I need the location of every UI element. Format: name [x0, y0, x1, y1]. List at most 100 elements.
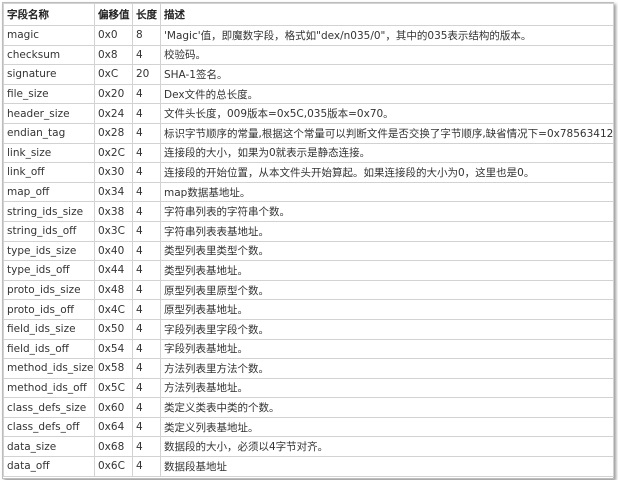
- table-row: magic 0x0 8 'Magic'值，即魔数字段，格式如"dex/n035/0"，…: [3, 25, 614, 46]
- cell-field-name: data_size: [3, 436, 95, 458]
- cell-length: 4: [132, 220, 161, 242]
- table-row: header_size 0x24 4 文件头长度，009版本=0x5C,035版本=0…: [3, 103, 614, 124]
- table-row: endian_tag 0x28 4 标识字节顺序的常量,根据这个常量可以判断文件是否交…: [3, 122, 614, 144]
- cell-description: 类定义列表基地址。: [160, 416, 614, 438]
- cell-length: 4: [132, 416, 161, 438]
- table-row: method_ids_size 0x58 4 方法列表里方法个数。: [3, 358, 614, 379]
- cell-field-name: map_off: [3, 181, 95, 203]
- cell-length: 4: [132, 456, 161, 477]
- cell-description: 字段列表基地址。: [160, 338, 614, 360]
- table-row: method_ids_off 0x5C 4 方法列表基地址。: [3, 377, 614, 399]
- cell-length: 4: [132, 83, 161, 105]
- cell-length: 4: [132, 436, 161, 458]
- cell-offset: 0x5C: [94, 377, 133, 399]
- cell-description: 类定义类表中类的个数。: [160, 397, 614, 418]
- cell-length: 4: [132, 142, 161, 164]
- cell-description: map数据基地址。: [160, 181, 614, 203]
- cell-offset: 0x24: [94, 103, 133, 124]
- cell-offset: 0x3C: [94, 220, 133, 242]
- header-description: 描述: [160, 3, 614, 26]
- table-row: proto_ids_size 0x48 4 原型列表里原型个数。: [3, 279, 614, 301]
- cell-length: 4: [132, 358, 161, 379]
- table-row: class_defs_off 0x64 4 类定义列表基地址。: [3, 416, 614, 438]
- table-row: string_ids_off 0x3C 4 字符串列表表基地址。: [3, 220, 614, 242]
- cell-field-name: type_ids_size: [3, 240, 95, 262]
- cell-offset: 0x68: [94, 436, 133, 458]
- cell-field-name: checksum: [3, 44, 95, 66]
- cell-field-name: class_defs_size: [3, 397, 95, 418]
- cell-offset: 0x2C: [94, 142, 133, 164]
- cell-length: 4: [132, 279, 161, 301]
- cell-description: 连接段的大小，如果为0就表示是静态连接。: [160, 142, 614, 164]
- table-row: string_ids_size 0x38 4 字符串列表的字符串个数。: [3, 201, 614, 222]
- cell-field-name: method_ids_off: [3, 377, 95, 399]
- cell-description: 方法列表基地址。: [160, 377, 614, 399]
- cell-offset: 0xC: [94, 64, 133, 85]
- cell-description: 数据段基地址: [160, 456, 614, 477]
- table-row: checksum 0x8 4 校验码。: [3, 44, 614, 66]
- table-row: map_off 0x34 4 map数据基地址。: [3, 181, 614, 203]
- table-row: data_off 0x6C 4 数据段基地址: [3, 456, 614, 477]
- header-field-name: 字段名称: [3, 3, 95, 26]
- cell-length: 4: [132, 318, 161, 340]
- table-row: class_defs_size 0x60 4 类定义类表中类的个数。: [3, 397, 614, 418]
- cell-length: 4: [132, 103, 161, 124]
- cell-description: 连接段的开始位置，从本文件头开始算起。如果连接段的大小为0，这里也是0。: [160, 162, 614, 183]
- cell-field-name: link_off: [3, 162, 95, 183]
- cell-field-name: proto_ids_off: [3, 299, 95, 320]
- cell-field-name: signature: [3, 64, 95, 85]
- cell-field-name: field_ids_size: [3, 318, 95, 340]
- cell-length: 4: [132, 181, 161, 203]
- table-header-row: 字段名称 偏移值 长度 描述: [3, 3, 614, 26]
- cell-length: 20: [132, 64, 161, 85]
- cell-field-name: field_ids_off: [3, 338, 95, 360]
- table-row: file_size 0x20 4 Dex文件的总长度。: [3, 83, 614, 105]
- cell-field-name: magic: [3, 25, 95, 46]
- cell-description: 字符串列表表基地址。: [160, 220, 614, 242]
- cell-offset: 0x4C: [94, 299, 133, 320]
- table-row: data_size 0x68 4 数据段的大小，必须以4字节对齐。: [3, 436, 614, 458]
- table-row: link_off 0x30 4 连接段的开始位置，从本文件头开始算起。如果连接段的大小…: [3, 162, 614, 183]
- cell-offset: 0x38: [94, 201, 133, 222]
- cell-offset: 0x64: [94, 416, 133, 438]
- cell-length: 4: [132, 44, 161, 66]
- table-row: field_ids_off 0x54 4 字段列表基地址。: [3, 338, 614, 360]
- table-row: signature 0xC 20 SHA-1签名。: [3, 64, 614, 85]
- table-row: field_ids_size 0x50 4 字段列表里字段个数。: [3, 318, 614, 340]
- cell-length: 4: [132, 377, 161, 399]
- header-offset: 偏移值: [94, 3, 133, 26]
- cell-length: 4: [132, 338, 161, 360]
- table-row: link_size 0x2C 4 连接段的大小，如果为0就表示是静态连接。: [3, 142, 614, 164]
- cell-offset: 0x28: [94, 122, 133, 144]
- table-body: magic 0x0 8 'Magic'值，即魔数字段，格式如"dex/n035/0"，…: [3, 25, 614, 477]
- cell-description: 原型列表基地址。: [160, 299, 614, 320]
- cell-length: 4: [132, 397, 161, 418]
- cell-field-name: endian_tag: [3, 122, 95, 144]
- header-length: 长度: [132, 3, 161, 26]
- cell-description: 字段列表里字段个数。: [160, 318, 614, 340]
- cell-description: 原型列表里原型个数。: [160, 279, 614, 301]
- cell-offset: 0x0: [94, 25, 133, 46]
- cell-length: 4: [132, 240, 161, 262]
- cell-description: 'Magic'值，即魔数字段，格式如"dex/n035/0"，其中的035表示结…: [160, 25, 614, 46]
- cell-offset: 0x54: [94, 338, 133, 360]
- cell-length: 4: [132, 122, 161, 144]
- cell-field-name: string_ids_size: [3, 201, 95, 222]
- cell-offset: 0x58: [94, 358, 133, 379]
- cell-description: 文件头长度，009版本=0x5C,035版本=0x70。: [160, 103, 614, 124]
- cell-description: 类型列表基地址。: [160, 260, 614, 281]
- cell-length: 4: [132, 162, 161, 183]
- cell-field-name: data_off: [3, 456, 95, 477]
- cell-description: 标识字节顺序的常量,根据这个常量可以判断文件是否交换了字节顺序,缺省情况下=0x…: [160, 122, 614, 144]
- cell-offset: 0x48: [94, 279, 133, 301]
- cell-field-name: header_size: [3, 103, 95, 124]
- cell-field-name: class_defs_off: [3, 416, 95, 438]
- dex-header-table: 字段名称 偏移值 长度 描述 magic 0x0 8 'Magic'值，即魔数字段，格…: [3, 3, 614, 477]
- cell-field-name: file_size: [3, 83, 95, 105]
- cell-field-name: type_ids_off: [3, 260, 95, 281]
- cell-length: 4: [132, 260, 161, 281]
- table-row: proto_ids_off 0x4C 4 原型列表基地址。: [3, 299, 614, 320]
- cell-description: 方法列表里方法个数。: [160, 358, 614, 379]
- cell-offset: 0x8: [94, 44, 133, 66]
- cell-length: 4: [132, 299, 161, 320]
